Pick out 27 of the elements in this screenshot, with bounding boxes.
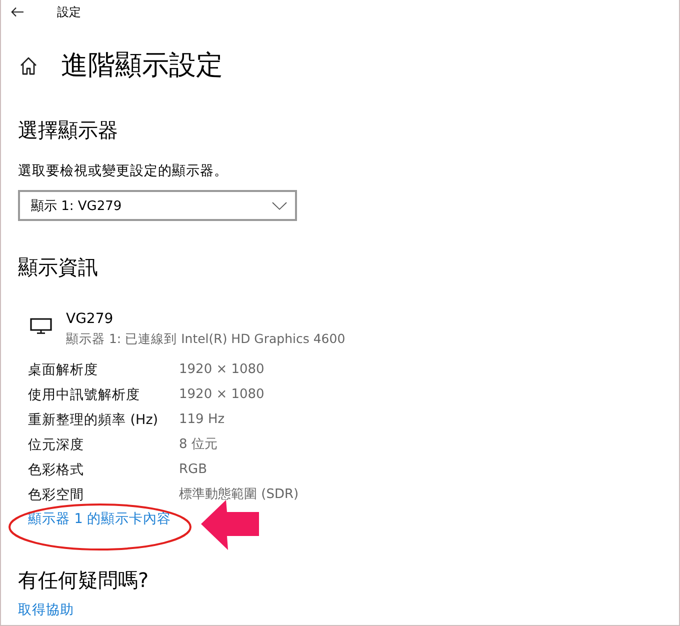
property-value: 8 位元 [179,436,218,454]
property-value: 119 Hz [179,410,225,428]
description-text: 選取要檢視或變更設定的顯示器。 [18,162,228,181]
section-heading: 選擇顯示器 [18,118,118,142]
property-value: RGB [179,460,208,478]
section-heading: 顯示資訊 [18,255,98,279]
annotation-arrow [201,500,259,550]
property-value: 標準動態範圍 (SDR) [179,486,299,504]
monitor-icon [30,318,52,334]
property-label: 桌面解析度 [28,360,99,380]
get-help-link[interactable]: 取得協助 [18,600,74,620]
monitor-connection-text: 顯示器 1: 已連線到 Intel(R) HD Graphics 4600 [66,330,346,348]
property-label: 色彩格式 [28,460,85,480]
window-title: 設定 [57,4,81,20]
home-icon[interactable] [20,57,37,75]
property-label: 使用中訊號解析度 [28,386,141,404]
property-label: 重新整理的頻率 (Hz) [28,410,160,430]
property-value: 1920 × 1080 [179,386,264,404]
chevron-down-icon [272,202,287,210]
property-label: 色彩空間 [28,486,85,504]
page-title: 進階顯示設定 [61,50,223,82]
property-value: 1920 × 1080 [179,360,264,378]
section-heading: 有任何疑問嗎? [18,568,149,592]
display-dropdown[interactable]: 顯示 1: VG279 [18,190,297,221]
property-label: 位元深度 [28,436,85,454]
back-icon[interactable] [11,7,24,17]
monitor-name: VG279 [66,310,114,329]
